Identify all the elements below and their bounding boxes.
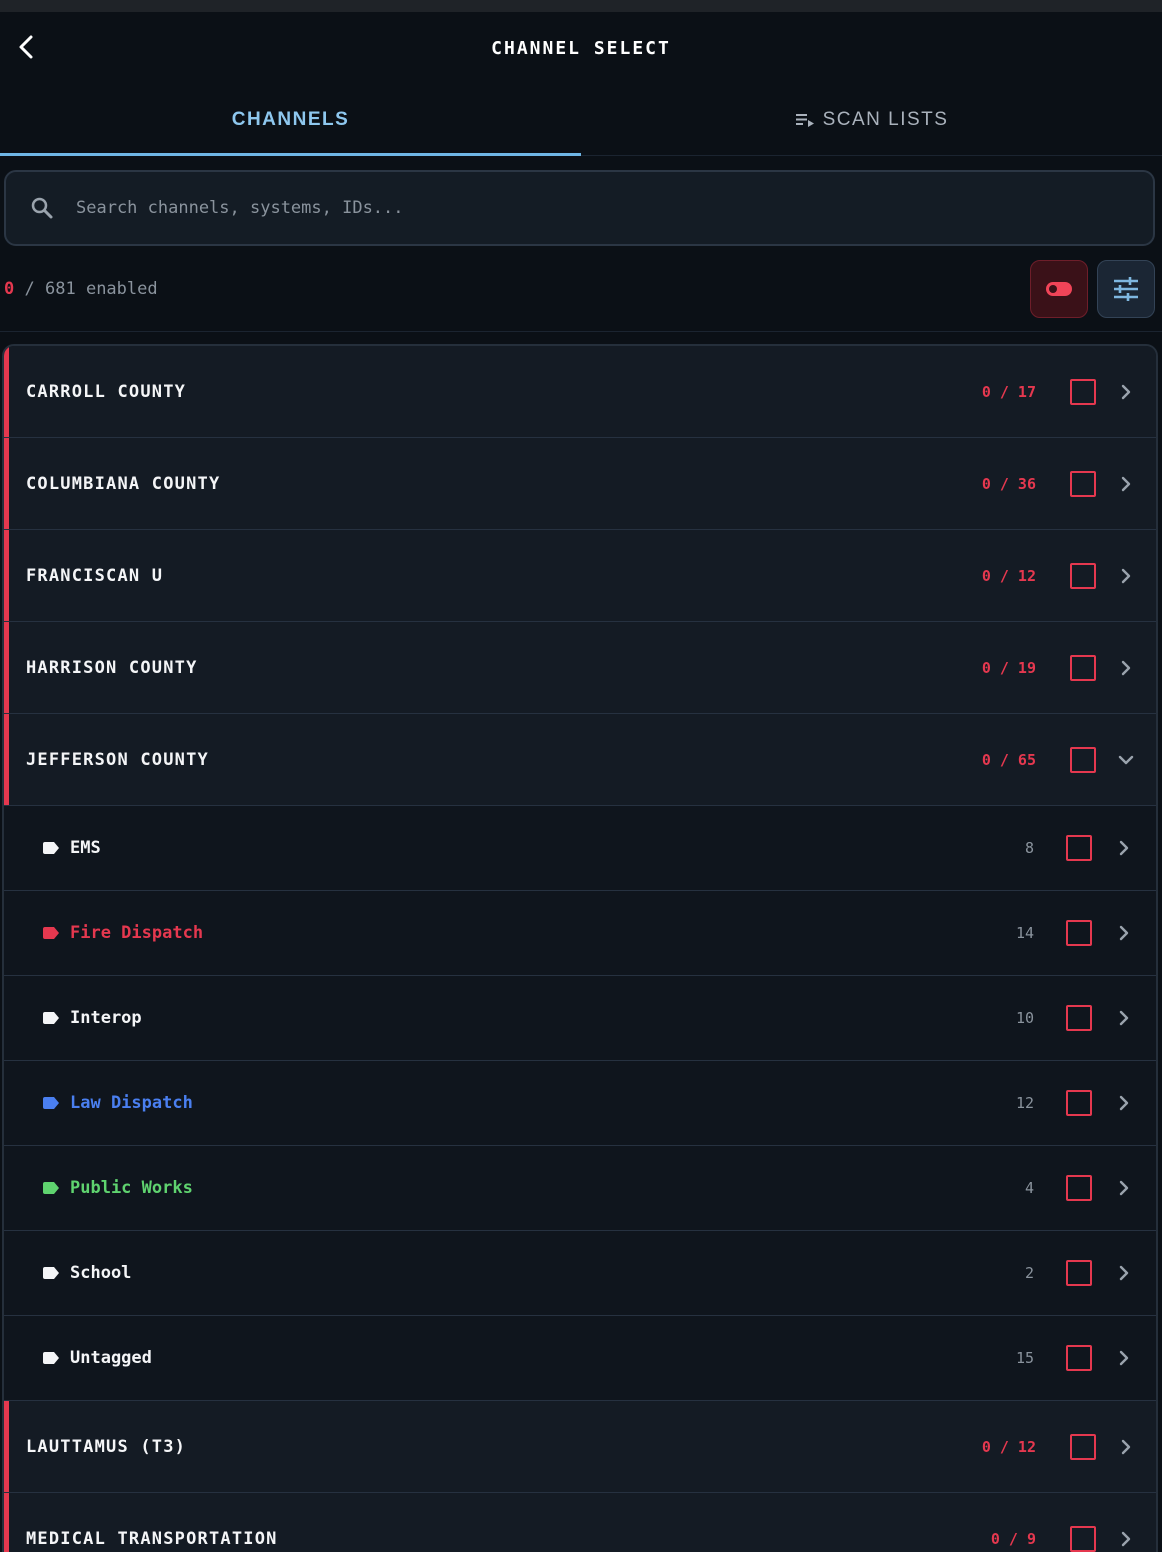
search-input[interactable] [76, 198, 976, 218]
system-name: JEFFERSON COUNTY [26, 749, 209, 770]
chevron-right-icon [1121, 1439, 1131, 1454]
back-button[interactable] [12, 30, 40, 64]
group-name: Fire Dispatch [70, 923, 204, 943]
chevron-right-icon [1121, 476, 1131, 491]
group-checkbox[interactable] [1066, 1345, 1092, 1371]
tab-bar: CHANNELS SCAN LISTS [0, 84, 1162, 156]
system-checkbox[interactable] [1070, 746, 1096, 773]
chevron-down-icon [1118, 755, 1134, 764]
group-name: School [70, 1263, 132, 1283]
group-name: Untagged [70, 1348, 152, 1368]
group-checkbox[interactable] [1066, 920, 1092, 946]
tab-channels-label: CHANNELS [231, 108, 350, 130]
group-channel-count: 15 [1015, 1349, 1034, 1367]
system-row-jefferson-county[interactable]: JEFFERSON COUNTY 0 / 65 [4, 714, 1156, 806]
group-checkbox[interactable] [1066, 1005, 1092, 1031]
chevron-right-icon [1119, 1095, 1129, 1111]
group-name: Interop [70, 1008, 142, 1028]
tag-icon [43, 927, 59, 939]
chevron-right-icon [1119, 1350, 1129, 1366]
page-title: CHANNEL SELECT [491, 37, 671, 59]
group-row-law-dispatch[interactable]: Law Dispatch 12 [4, 1061, 1156, 1146]
group-checkbox[interactable] [1066, 835, 1092, 861]
system-name: MEDICAL TRANSPORTATION [26, 1528, 278, 1549]
system-enabled-ratio: 0 / 12 [981, 566, 1036, 585]
group-channel-count: 2 [1024, 1264, 1034, 1282]
system-checkbox[interactable] [1070, 562, 1096, 589]
system-row-franciscan-u[interactable]: FRANCISCAN U 0 / 12 [4, 530, 1156, 622]
group-row-ems[interactable]: EMS 8 [4, 806, 1156, 891]
header: CHANNEL SELECT [0, 12, 1162, 84]
system-enabled-ratio: 0 / 12 [981, 1437, 1036, 1456]
system-checkbox[interactable] [1070, 1525, 1096, 1552]
system-row-medical-transportation[interactable]: MEDICAL TRANSPORTATION 0 / 9 [4, 1493, 1156, 1552]
system-row-harrison-county[interactable]: HARRISON COUNTY 0 / 19 [4, 622, 1156, 714]
enabled-count: 0 / 681 enabled [4, 278, 158, 299]
tab-channels[interactable]: CHANNELS [0, 84, 581, 156]
system-name: HARRISON COUNTY [26, 657, 198, 678]
chevron-right-icon [1119, 1180, 1129, 1196]
system-name: FRANCISCAN U [26, 565, 164, 586]
group-channel-count: 10 [1015, 1009, 1034, 1027]
group-row-public-works[interactable]: Public Works 4 [4, 1146, 1156, 1231]
group-checkbox[interactable] [1066, 1175, 1092, 1201]
system-checkbox[interactable] [1070, 378, 1096, 405]
search-bar [4, 170, 1155, 246]
group-checkbox[interactable] [1066, 1260, 1092, 1286]
group-channel-count: 4 [1024, 1179, 1034, 1197]
filter-button[interactable] [1097, 259, 1155, 318]
group-row-interop[interactable]: Interop 10 [4, 976, 1156, 1061]
group-row-fire-dispatch[interactable]: Fire Dispatch 14 [4, 891, 1156, 976]
system-enabled-ratio: 0 / 65 [981, 750, 1036, 769]
chevron-right-icon [1119, 1010, 1129, 1026]
tab-scan-lists-label: SCAN LISTS [822, 108, 949, 130]
playlist-icon [795, 113, 814, 127]
group-name: Public Works [70, 1178, 193, 1198]
enabled-summary: 0 / 681 enabled [0, 246, 1162, 332]
sliders-icon [1114, 276, 1138, 301]
tag-icon [43, 1267, 59, 1279]
system-row-lauttamus-t3[interactable]: LAUTTAMUS (T3) 0 / 12 [4, 1401, 1156, 1493]
system-list: CARROLL COUNTY 0 / 17 COLUMBIANA COUNTY … [2, 344, 1158, 1552]
chevron-right-icon [1119, 840, 1129, 856]
chevron-right-icon [1121, 384, 1131, 399]
tag-icon [43, 1012, 59, 1024]
tag-icon [43, 1182, 59, 1194]
group-channel-count: 14 [1015, 924, 1034, 942]
system-enabled-ratio: 0 / 36 [981, 474, 1036, 493]
group-name: EMS [70, 838, 101, 858]
system-checkbox[interactable] [1070, 654, 1096, 681]
system-enabled-ratio: 0 / 9 [990, 1529, 1036, 1548]
system-name: COLUMBIANA COUNTY [26, 473, 221, 494]
group-channel-count: 8 [1024, 839, 1034, 857]
system-row-carroll-county[interactable]: CARROLL COUNTY 0 / 17 [4, 346, 1156, 438]
system-name: CARROLL COUNTY [26, 381, 187, 402]
tab-scan-lists[interactable]: SCAN LISTS [581, 84, 1162, 155]
tag-icon [43, 1352, 59, 1364]
system-enabled-ratio: 0 / 17 [981, 382, 1036, 401]
chevron-right-icon [1119, 925, 1129, 941]
tag-icon [43, 1097, 59, 1109]
chevron-right-icon [1119, 1265, 1129, 1281]
system-enabled-ratio: 0 / 19 [981, 658, 1036, 677]
system-checkbox[interactable] [1070, 470, 1096, 497]
status-bar [0, 0, 1162, 12]
enabled-only-toggle-button[interactable] [1030, 259, 1088, 318]
group-name: Law Dispatch [70, 1093, 193, 1113]
chevron-right-icon [1121, 568, 1131, 583]
system-checkbox[interactable] [1070, 1433, 1096, 1460]
group-row-school[interactable]: School 2 [4, 1231, 1156, 1316]
chevron-right-icon [1121, 660, 1131, 675]
search-icon [31, 197, 53, 219]
tag-icon [43, 842, 59, 854]
system-row-columbiana-county[interactable]: COLUMBIANA COUNTY 0 / 36 [4, 438, 1156, 530]
chevron-left-icon [19, 35, 33, 59]
group-checkbox[interactable] [1066, 1090, 1092, 1116]
system-name: LAUTTAMUS (T3) [26, 1436, 187, 1457]
group-channel-count: 12 [1015, 1094, 1034, 1112]
group-row-untagged[interactable]: Untagged 15 [4, 1316, 1156, 1401]
chevron-right-icon [1121, 1531, 1131, 1546]
toggle-icon [1046, 281, 1072, 296]
